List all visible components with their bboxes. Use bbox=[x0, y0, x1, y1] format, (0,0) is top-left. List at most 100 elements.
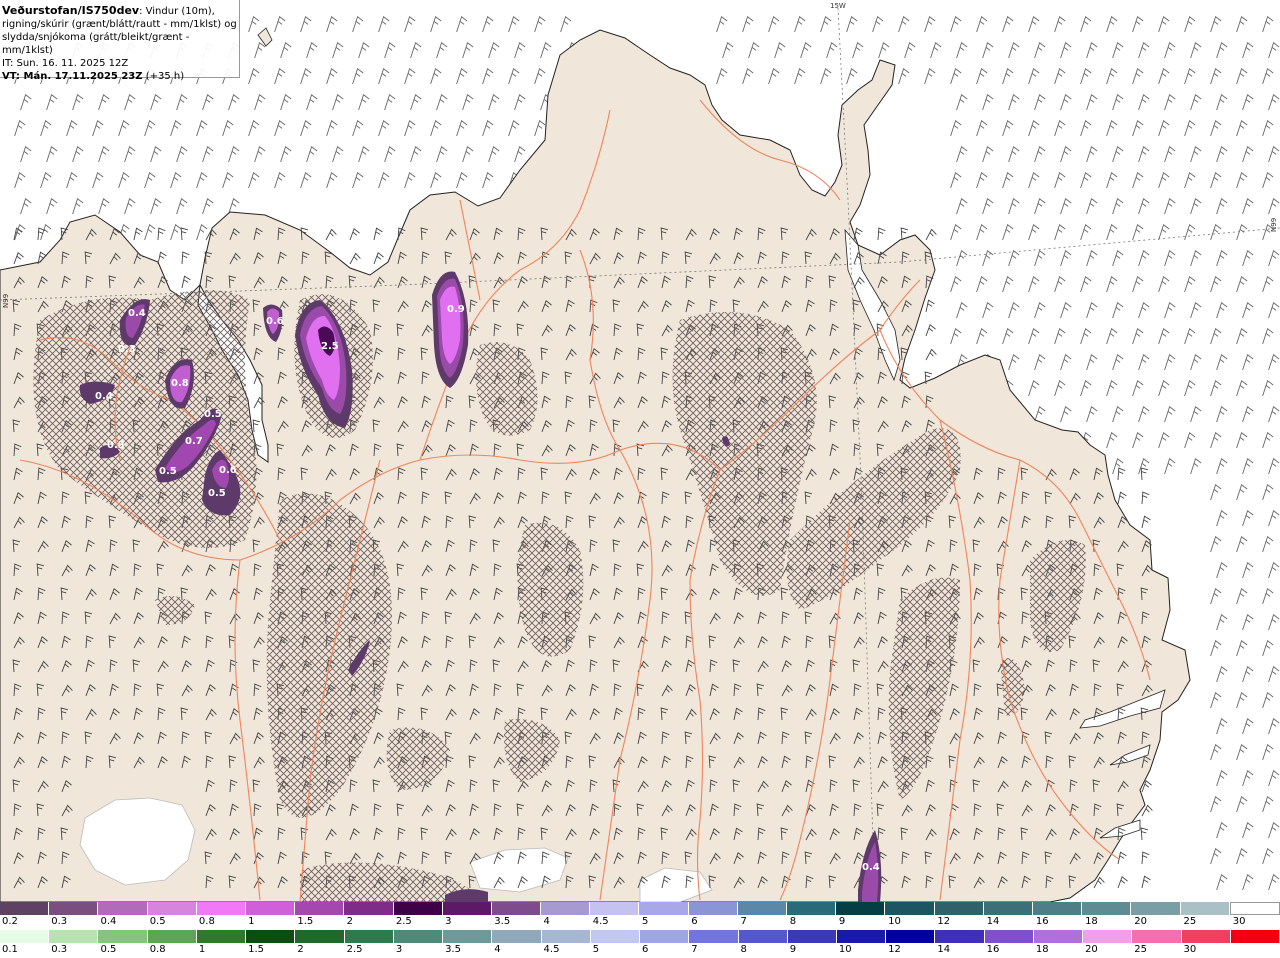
legend-snow-swatch bbox=[737, 902, 787, 915]
precip-label: 0.5 bbox=[208, 488, 226, 499]
legend-snow-tick: 5 bbox=[642, 916, 649, 927]
legend-rain-swatch bbox=[787, 930, 837, 943]
legend-snow-swatch bbox=[836, 902, 886, 915]
legend-snow-tick: 16 bbox=[1035, 916, 1049, 927]
legend-snow-tick: 4 bbox=[543, 916, 550, 927]
legend-rain-tick: 3.5 bbox=[445, 944, 461, 955]
legend-rain-tick: 6 bbox=[642, 944, 649, 955]
legend-snow-swatch bbox=[787, 902, 837, 915]
legend-rain-tick: 1.5 bbox=[248, 944, 265, 955]
legend-rain-ticks: 0.1 0.3 0.5 0.8 1 1.5 2 2.5 3 3.5 4 4.5 5 6 7 8 9 10 12 14 1… bbox=[0, 944, 1280, 957]
map-info-box: Veðurstofan/IS750dev: Vindur (10m), rign… bbox=[0, 0, 240, 82]
legend-rain-tick: 8 bbox=[740, 944, 747, 955]
legend-rain-swatch bbox=[541, 930, 591, 943]
legend-snow-swatch bbox=[983, 902, 1033, 915]
legend-snow-tick: 0.8 bbox=[198, 916, 215, 927]
legend-rain-tick: 2.5 bbox=[346, 944, 363, 955]
precip-label: 0.3 bbox=[118, 344, 136, 355]
legend-snow-colorbar bbox=[0, 902, 1280, 915]
legend-snow-tick: 2.5 bbox=[395, 916, 412, 927]
legend-rain-swatch bbox=[689, 930, 739, 943]
legend-rain-colorbar bbox=[0, 930, 1280, 943]
legend-rain-tick: 30 bbox=[1183, 944, 1197, 955]
legend-rain-tick: 0.3 bbox=[51, 944, 68, 955]
precip-label: 0.9 bbox=[447, 304, 465, 315]
legend-rain-tick: 16 bbox=[986, 944, 1000, 955]
product-desc-3: slydda/snjókoma (grátt/bleikt/grænt - mm… bbox=[2, 32, 190, 56]
legend-snow-tick: 0.4 bbox=[100, 916, 117, 927]
legend-rain-swatch bbox=[1181, 930, 1231, 943]
legend-rain-tick: 0.8 bbox=[149, 944, 166, 955]
legend-snow-tick: 10 bbox=[888, 916, 901, 927]
legend-rain-tick: 20 bbox=[1085, 944, 1098, 955]
grid-label-lat-right: N99 bbox=[1270, 218, 1278, 232]
legend-rain-swatch bbox=[935, 930, 985, 943]
legend-snow-swatch bbox=[295, 902, 345, 915]
legend-snow: 0.2 0.3 0.4 0.5 0.8 1 1.5 2 2.5 3 3.5 4 4.5 5 6 7 8 9 10 12… bbox=[0, 902, 1280, 929]
legend-rain-swatch bbox=[738, 930, 788, 943]
legend-snow-tick: 25 bbox=[1183, 916, 1197, 927]
legend-rain-swatch bbox=[49, 930, 99, 943]
legend-rain-swatch bbox=[640, 930, 690, 943]
legend-snow-ticks: 0.2 0.3 0.4 0.5 0.8 1 1.5 2 2.5 3 3.5 4 4.5 5 6 7 8 9 10 12… bbox=[0, 916, 1280, 929]
precip-label: 0.5 bbox=[159, 466, 177, 477]
legend-snow-tick: 1 bbox=[248, 916, 255, 927]
legend-snow-swatch bbox=[98, 902, 148, 915]
precip-label: 0.8 bbox=[171, 378, 189, 389]
legend-rain-swatch bbox=[836, 930, 887, 943]
legend-snow-swatch bbox=[934, 902, 984, 915]
legend-snow-swatch bbox=[393, 902, 443, 915]
legend-rain-tick: 12 bbox=[888, 944, 901, 955]
legend-rain-tick: 5 bbox=[592, 944, 600, 955]
legend-rain-tick: 9 bbox=[789, 944, 797, 955]
legend-snow-tick: 14 bbox=[986, 916, 1000, 927]
legend-snow-swatch bbox=[49, 902, 99, 915]
legend-rain: 0.1 0.3 0.5 0.8 1 1.5 2 2.5 3 3.5 4 4.5 5 6 7 8 9 10 12 14 1… bbox=[0, 930, 1280, 957]
legend-rain-swatch bbox=[1083, 930, 1133, 943]
legend-rain-swatch bbox=[492, 930, 542, 943]
legend-snow-tick: 12 bbox=[937, 916, 951, 927]
legend-rain-swatch bbox=[1033, 930, 1084, 943]
legend-rain-swatch bbox=[443, 930, 493, 943]
legend-snow-swatch bbox=[541, 902, 591, 915]
product-desc-1: : Vindur (10m), bbox=[139, 6, 215, 17]
legend-snow-tick: 3.5 bbox=[494, 916, 511, 927]
grid-label-lat-left: N99 bbox=[2, 294, 10, 308]
legend-snow-swatch bbox=[442, 902, 492, 915]
legend-snow-tick: 6 bbox=[691, 916, 698, 927]
legend-snow-tick: 0.3 bbox=[51, 916, 68, 927]
legend-rain-tick: 18 bbox=[1035, 944, 1049, 955]
legend-rain-swatch bbox=[1230, 930, 1280, 943]
precip-label: 0.6 bbox=[266, 316, 284, 327]
product-desc-2: rigning/skúrir (grænt/blátt/rautt - mm/1… bbox=[2, 19, 237, 30]
legend-rain-tick: 3 bbox=[395, 944, 403, 955]
legend-snow-tick: 0.2 bbox=[2, 916, 18, 927]
weather-map[interactable]: 15W N99 N99 0.4 0.3 0.4 0.3 0.8 0.5 0.7 … bbox=[0, 0, 1280, 902]
issue-time: IT: Sun. 16. 11. 2025 12Z bbox=[2, 58, 129, 69]
product-name: Veðurstofan/IS750dev bbox=[2, 4, 140, 17]
legend-snow-swatch bbox=[1180, 902, 1230, 915]
legend-rain-swatch bbox=[0, 930, 50, 943]
legend-rain-tick: 7 bbox=[691, 944, 698, 955]
legend-rain-tick: 4.5 bbox=[543, 944, 560, 955]
legend-snow-tick: 9 bbox=[838, 916, 846, 927]
legend-snow-swatch bbox=[344, 902, 394, 915]
legend-snow-tick: 3 bbox=[445, 916, 452, 927]
legend-snow-tick: 18 bbox=[1085, 916, 1098, 927]
legend-snow-swatch bbox=[0, 902, 50, 915]
legend-rain-swatch bbox=[344, 930, 394, 943]
legend-snow-swatch bbox=[1082, 902, 1132, 915]
legend-snow-swatch bbox=[1032, 902, 1083, 915]
legend-rain-swatch bbox=[147, 930, 197, 943]
precip-label: 0.7 bbox=[185, 436, 203, 447]
legend-snow-tick: 1.5 bbox=[297, 916, 314, 927]
legend-rain-swatch bbox=[246, 930, 296, 943]
legend-rain-tick: 4 bbox=[494, 944, 501, 955]
precip-label: 0.3 bbox=[107, 440, 125, 451]
legend-snow-swatch bbox=[885, 902, 935, 915]
legend-rain-swatch bbox=[295, 930, 345, 943]
grid-label-lon: 15W bbox=[830, 2, 846, 10]
legend-rain-tick: 10 bbox=[838, 944, 852, 955]
legend-snow-swatch bbox=[196, 902, 246, 915]
valid-offset: (+35 h) bbox=[142, 71, 185, 82]
